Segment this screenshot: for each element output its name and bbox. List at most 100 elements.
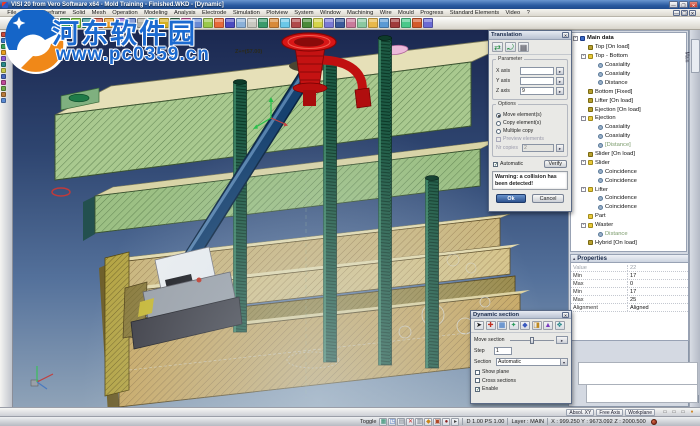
step-field[interactable]: 1 <box>494 347 512 355</box>
tree-item[interactable]: -Ejection <box>571 114 686 123</box>
menu-progress[interactable]: Progress <box>417 10 447 16</box>
property-value[interactable]: 22 <box>627 265 688 271</box>
menu-mesh[interactable]: Mesh <box>88 10 109 16</box>
toolbar-icon[interactable] <box>269 18 279 28</box>
toolbar-icon[interactable] <box>390 18 400 28</box>
move-elements-radio[interactable] <box>496 113 501 118</box>
collapse-arrow-icon[interactable]: ▴ <box>573 256 575 262</box>
tree-item[interactable]: Distance <box>571 230 686 239</box>
toolbar-icon[interactable] <box>357 18 367 28</box>
section-tool-icon[interactable]: ➤ <box>474 321 484 330</box>
z-axis-field[interactable]: 9 <box>520 87 554 95</box>
transform-icon[interactable]: ⇄ <box>492 42 503 52</box>
menu-edit[interactable]: Edit <box>20 10 36 16</box>
menu-mould[interactable]: Mould <box>395 10 417 16</box>
y-axis-picker-icon[interactable]: ▸ <box>556 77 564 85</box>
toolbar-icon[interactable] <box>214 18 224 28</box>
toolbar-icon[interactable] <box>159 18 169 28</box>
snap-icon[interactable]: ▭ <box>670 410 678 415</box>
absolute-xy-toggle[interactable]: Absol. XY <box>566 409 594 416</box>
transform-icon[interactable]: ⤾ <box>505 42 516 52</box>
property-row[interactable]: Value22 <box>571 264 688 272</box>
left-toolbar-icon[interactable] <box>1 68 6 73</box>
toolbar-icon[interactable] <box>225 18 235 28</box>
toolbar-icon[interactable] <box>82 18 92 28</box>
layer-readout[interactable]: Layer : MAIN <box>511 419 544 425</box>
minimize-button[interactable]: — <box>669 1 678 8</box>
toolbar-icon[interactable] <box>236 18 246 28</box>
tree-item[interactable]: Ejection [On load] <box>571 105 686 114</box>
left-toolbar-icon[interactable] <box>1 56 6 61</box>
toolbar-icon[interactable] <box>412 18 422 28</box>
tree-item[interactable]: Coincidence <box>571 176 686 185</box>
menu-plotview[interactable]: Plotview <box>263 10 291 16</box>
status-icon[interactable]: ▦ <box>379 418 387 426</box>
menu-operation[interactable]: Operation <box>109 10 141 16</box>
menu-file[interactable]: File <box>4 10 20 16</box>
section-tool-icon[interactable]: ✚ <box>486 321 496 330</box>
toolbar-icon[interactable] <box>60 18 70 28</box>
x-axis-picker-icon[interactable]: ▸ <box>556 67 564 75</box>
section-dialog-titlebar[interactable]: Dynamic section ✕ <box>471 311 571 319</box>
tree-item[interactable]: Hybrid [On load] <box>571 238 686 247</box>
tree-item[interactable]: -Top - Bottom <box>571 52 686 61</box>
toolbar-icon[interactable] <box>126 18 136 28</box>
expand-toggle[interactable]: - <box>573 36 578 41</box>
tree-item[interactable]: Distance <box>571 78 686 87</box>
show-plane-checkbox[interactable] <box>475 370 480 375</box>
menu-video[interactable]: Video <box>502 10 523 16</box>
menu-system[interactable]: System <box>291 10 317 16</box>
properties-header[interactable]: ▴ Properties <box>570 254 689 263</box>
property-value[interactable]: Aligned <box>627 305 688 311</box>
status-icon[interactable]: ▥ <box>415 418 423 426</box>
section-tool-icon[interactable]: ◨ <box>532 321 542 330</box>
enable-checkbox[interactable]: ✓ <box>475 387 480 392</box>
record-icon[interactable] <box>651 419 657 425</box>
tree-item[interactable]: -Main data <box>571 34 686 43</box>
tree-item[interactable]: Coincidence <box>571 203 686 212</box>
snap-icon[interactable]: ● <box>688 410 696 415</box>
left-toolbar-icon[interactable] <box>1 80 6 85</box>
toolbar-icon[interactable] <box>423 18 433 28</box>
move-section-spinner[interactable]: ▸ <box>556 336 568 344</box>
left-toolbar-icon[interactable] <box>1 92 6 97</box>
move-section-slider[interactable] <box>510 337 554 344</box>
property-value[interactable]: 17 <box>627 289 688 295</box>
section-tool-icon[interactable]: ❖ <box>555 321 565 330</box>
toolbar-icon[interactable] <box>379 18 389 28</box>
mdi-close-button[interactable]: ✕ <box>689 10 696 16</box>
section-tool-icon[interactable]: ◆ <box>520 321 530 330</box>
toolbar-icon[interactable] <box>324 18 334 28</box>
status-icon[interactable]: ✕ <box>406 418 414 426</box>
left-toolbar-icon[interactable] <box>1 74 6 79</box>
toolbar-icon[interactable] <box>49 18 59 28</box>
tree-item[interactable]: Coaxiality <box>571 123 686 132</box>
tree-item[interactable]: -Slider <box>571 158 686 167</box>
vertical-tab[interactable]: Main <box>691 39 700 73</box>
toolbar-icon[interactable] <box>170 18 180 28</box>
free-axis-toggle[interactable]: Free Axis <box>596 409 623 416</box>
section-dialog-close-icon[interactable]: ✕ <box>562 312 569 318</box>
toolbar-icon[interactable] <box>192 18 202 28</box>
dropdown-arrow-icon[interactable]: ▾ <box>560 359 567 365</box>
property-value[interactable]: 0 <box>627 281 688 287</box>
menu-help[interactable]: ? <box>523 10 533 16</box>
transform-icon[interactable]: ▦ <box>518 42 529 52</box>
menu-wireframe[interactable]: Wireframe <box>36 10 69 16</box>
toolbar-icon[interactable] <box>16 18 26 28</box>
expand-toggle[interactable]: - <box>581 223 586 228</box>
left-toolbar-icon[interactable] <box>1 44 6 49</box>
section-dropdown[interactable]: Automatic ▾ <box>496 358 568 366</box>
toolbar-icon[interactable] <box>93 18 103 28</box>
tree-item[interactable]: [Distance] <box>571 141 686 150</box>
property-row[interactable]: AlignmentAligned <box>571 304 688 312</box>
property-row[interactable]: Max25 <box>571 296 688 304</box>
toolbar-icon[interactable] <box>313 18 323 28</box>
z-axis-picker-icon[interactable]: ▸ <box>556 87 564 95</box>
mdi-restore-button[interactable]: ❐ <box>681 10 688 16</box>
toolbar-icon[interactable] <box>302 18 312 28</box>
restore-button[interactable]: ❐ <box>679 1 688 8</box>
cross-sections-checkbox[interactable] <box>475 378 480 383</box>
property-row[interactable]: Min17 <box>571 272 688 280</box>
toolbar-icon[interactable] <box>148 18 158 28</box>
